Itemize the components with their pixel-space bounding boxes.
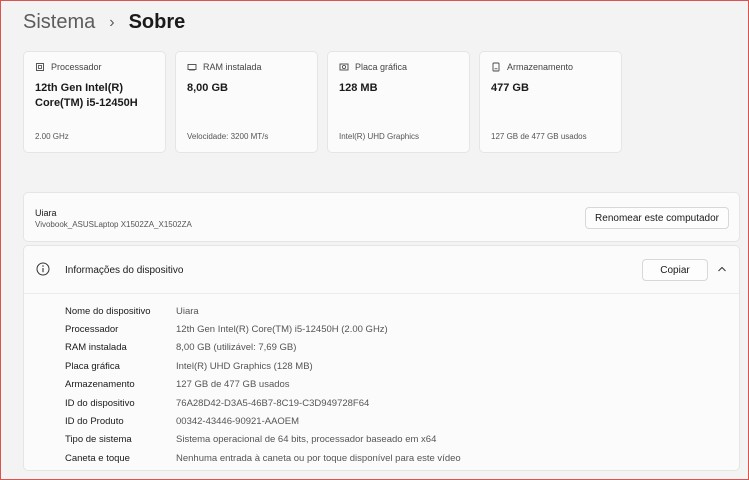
spec-value: Uiara [176,305,199,317]
spec-label: Armazenamento [65,379,135,391]
card-processor-label: Processador [51,62,102,72]
card-ram-label: RAM instalada [203,62,262,72]
spec-row-pen-touch: Caneta e toque Nenhuma entrada à caneta … [65,449,461,467]
card-ram: RAM instalada 8,00 GB Velocidade: 3200 M… [175,51,318,153]
copy-button[interactable]: Copiar [642,259,708,281]
card-gpu-value: 128 MB [339,82,378,94]
info-icon [36,262,50,276]
card-gpu: Placa gráfica 128 MB Intel(R) UHD Graphi… [327,51,470,153]
card-storage-value: 477 GB [491,82,529,94]
device-name: Uiara [35,208,57,218]
spec-value: 12th Gen Intel(R) Core(TM) i5-12450H (2.… [176,324,388,336]
spec-value: 127 GB de 477 GB usados [176,379,290,391]
gpu-icon [339,63,349,71]
storage-icon [492,62,500,72]
spec-label: Caneta e toque [65,452,130,464]
spec-label: Processador [65,324,119,336]
page-title: Sobre [128,11,186,33]
device-info-title: Informações do dispositivo [65,265,184,276]
spec-value: Sistema operacional de 64 bits, processa… [176,434,437,446]
spec-row-storage: Armazenamento 127 GB de 477 GB usados [65,376,461,394]
spec-row-system-type: Tipo de sistema Sistema operacional de 6… [65,431,461,449]
spec-label: RAM instalada [65,342,127,354]
spec-value: 76A28D42-D3A5-46B7-8C19-C3D949728F64 [176,397,370,409]
spec-label: Tipo de sistema [65,434,132,446]
spec-row-device-name: Nome do dispositivo Uiara [65,302,461,320]
spec-row-processor: Processador 12th Gen Intel(R) Core(TM) i… [65,320,461,338]
card-ram-sub: Velocidade: 3200 MT/s [187,132,269,141]
card-processor: Processador 12th Gen Intel(R) Core(TM) i… [23,51,166,153]
spec-label: Placa gráfica [65,360,120,372]
spec-row-product-id: ID do Produto 00342-43446-90921-AAOEM [65,412,461,430]
rename-pc-button[interactable]: Renomear este computador [585,207,729,229]
breadcrumb: Sistema › Sobre [23,11,185,34]
card-processor-value: 12th Gen Intel(R) Core(TM) i5-12450H [35,82,138,109]
ram-icon [187,64,197,71]
device-name-panel: Uiara Vivobook_ASUSLaptop X1502ZA_X1502Z… [23,192,740,242]
spec-row-ram: RAM instalada 8,00 GB (utilizável: 7,69 … [65,339,461,357]
card-ram-value: 8,00 GB [187,82,228,94]
spec-value: 00342-43446-90921-AAOEM [176,416,300,428]
card-processor-sub: 2.00 GHz [35,132,69,141]
device-model: Vivobook_ASUSLaptop X1502ZA_X1502ZA [35,220,192,229]
spec-value: Intel(R) UHD Graphics (128 MB) [176,360,313,372]
card-gpu-label: Placa gráfica [355,62,408,72]
card-storage: Armazenamento 477 GB 127 GB de 477 GB us… [479,51,622,153]
spec-row-device-id: ID do dispositivo 76A28D42-D3A5-46B7-8C1… [65,394,461,412]
spec-cards: Processador 12th Gen Intel(R) Core(TM) i… [23,51,622,153]
spec-value: 8,00 GB (utilizável: 7,69 GB) [176,342,297,354]
card-storage-label: Armazenamento [507,62,574,72]
spec-label: Nome do dispositivo [65,305,151,317]
chevron-up-icon[interactable] [717,265,727,273]
card-gpu-sub: Intel(R) UHD Graphics [339,132,420,141]
processor-icon [36,63,44,71]
spec-label: ID do Produto [65,416,124,428]
spec-value: Nenhuma entrada à caneta ou por toque di… [176,452,461,464]
card-storage-sub: 127 GB de 477 GB usados [491,132,587,141]
device-info-header[interactable]: Informações do dispositivo Copiar [24,246,739,294]
breadcrumb-parent[interactable]: Sistema [23,11,95,34]
spec-row-gpu: Placa gráfica Intel(R) UHD Graphics (128… [65,357,461,375]
device-info-panel: Informações do dispositivo Copiar Nome d… [23,245,740,471]
spec-label: ID do dispositivo [65,397,135,409]
spec-list: Nome do dispositivo Uiara Processador 12… [65,302,461,468]
breadcrumb-separator: › [109,13,115,31]
